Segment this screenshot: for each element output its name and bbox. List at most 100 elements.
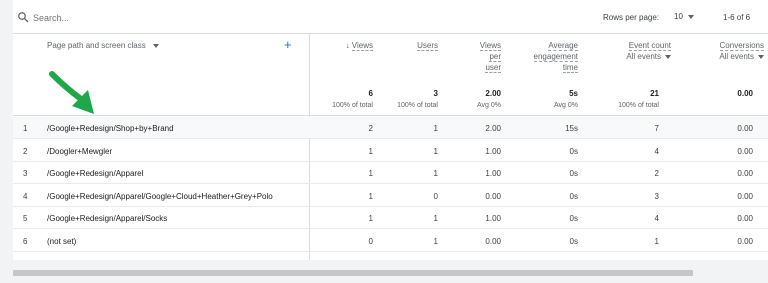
- total-views-sub: 100% of total: [332, 102, 373, 109]
- aet-cell: 0s: [569, 146, 578, 156]
- column-header-label-line: engagement: [533, 52, 578, 62]
- events-cell: 4: [654, 214, 659, 223]
- column-header-label-line: Views: [479, 41, 501, 51]
- users-cell: 0: [433, 191, 438, 201]
- table-row[interactable]: 6 (not set) 0 1 0.00 0s 1 0.00: [13, 230, 768, 252]
- aet-cell: 0s: [569, 236, 578, 246]
- conversions-cell: 0.00: [737, 214, 753, 223]
- conversions-cell: 0.00: [737, 169, 753, 178]
- caret-down-icon: [687, 14, 694, 19]
- vpu-cell: 1.00: [485, 146, 501, 156]
- column-header-label: Users: [417, 41, 438, 51]
- event-filter-value: All events: [626, 52, 661, 61]
- events-cell: 4: [654, 146, 659, 156]
- caret-down-icon: [152, 43, 159, 48]
- pagination-range: 1-6 of 6: [723, 13, 751, 22]
- arrow-down-icon: ↓: [345, 41, 350, 50]
- views-cell: 1: [368, 191, 373, 201]
- views-cell: 1: [368, 146, 373, 156]
- conversions-cell: 0.00: [737, 124, 753, 133]
- event-filter-select[interactable]: All events: [591, 51, 671, 62]
- row-index: 2: [23, 146, 28, 156]
- dimension-header-label: Page path and screen class: [47, 41, 146, 50]
- conversions-cell: 0.00: [737, 236, 753, 246]
- caret-down-icon: [758, 54, 764, 59]
- search-input[interactable]: [33, 10, 233, 26]
- page-path-cell[interactable]: /Google+Redesign/Apparel/Socks: [47, 214, 167, 223]
- column-header-conversions[interactable]: Conversions All events: [683, 40, 764, 62]
- aet-cell: 0s: [569, 191, 578, 201]
- table-header: Page path and screen class + ↓ Views Use…: [13, 34, 768, 84]
- users-cell: 1: [433, 146, 438, 156]
- horizontal-scrollbar[interactable]: [13, 270, 768, 276]
- report-table-panel: Rows per page: 10 1-6 of 6 Page path and…: [13, 0, 768, 260]
- table-row[interactable]: 5/Google+Redesign/Apparel/Socks 1 1 1.00 0s 4…: [13, 207, 768, 229]
- page-path-cell[interactable]: /Doogler+Mewgler: [47, 147, 112, 156]
- column-header-event-count[interactable]: Event count All events: [591, 40, 671, 62]
- table-row[interactable]: 4/Google+Redesign/Apparel/Google+Cloud+H…: [13, 185, 768, 207]
- conversions-cell: 0.00: [737, 146, 753, 156]
- page-path-cell[interactable]: /Google+Redesign/Apparel: [47, 169, 143, 178]
- views-cell: 2: [368, 124, 373, 133]
- table-row[interactable]: 2/Doogler+Mewgler 1 1 1.00 0s 4 0.00: [13, 140, 768, 162]
- rows-per-page-value: 10: [674, 12, 683, 21]
- vpu-cell: 0.00: [485, 236, 501, 246]
- column-header-users[interactable]: Users: [383, 40, 438, 51]
- row-index: 3: [23, 169, 28, 178]
- vpu-cell: 1.00: [485, 214, 501, 223]
- users-cell: 1: [433, 236, 438, 246]
- row-index: 6: [23, 236, 28, 246]
- vpu-cell: 1.00: [485, 169, 501, 178]
- dimension-header[interactable]: Page path and screen class: [47, 41, 159, 50]
- total-average-engagement-time: 5s: [569, 89, 578, 98]
- column-header-label-line: user: [485, 63, 501, 73]
- column-header-label: Event count: [628, 41, 671, 51]
- column-header-views-per-user[interactable]: Views per user: [449, 40, 501, 73]
- column-header-label-line: per: [489, 52, 501, 62]
- page-path-cell[interactable]: (not set): [47, 237, 76, 246]
- aet-cell: 15s: [565, 124, 578, 133]
- conversion-filter-value: All events: [719, 52, 754, 61]
- rows-per-page-select[interactable]: 10: [674, 12, 694, 21]
- green-arrow-icon: [49, 71, 94, 114]
- page-path-cell[interactable]: /Google+Redesign/Shop+by+Brand: [47, 124, 174, 133]
- views-cell: 1: [368, 214, 373, 223]
- page-path-cell[interactable]: /Google+Redesign/Apparel/Google+Cloud+He…: [47, 192, 273, 201]
- users-cell: 1: [433, 169, 438, 178]
- column-header-label-line: time: [562, 63, 578, 73]
- row-index: 5: [23, 214, 28, 223]
- total-event-count: 21: [650, 89, 659, 98]
- column-header-label: Conversions: [719, 41, 764, 51]
- add-dimension-button[interactable]: +: [284, 38, 292, 51]
- views-cell: 0: [368, 236, 373, 246]
- events-cell: 3: [654, 191, 659, 201]
- column-header-label: Views: [351, 41, 373, 51]
- total-average-engagement-time-sub: Avg 0%: [554, 102, 578, 109]
- column-header-average-engagement-time[interactable]: Average engagement time: [508, 40, 578, 73]
- total-views: 6: [368, 89, 373, 98]
- row-index: 4: [23, 191, 28, 201]
- aet-cell: 0s: [569, 214, 578, 223]
- rows-per-page-label: Rows per page:: [603, 13, 660, 22]
- table-row[interactable]: 3/Google+Redesign/Apparel 1 1 1.00 0s 2 0.00: [13, 162, 768, 184]
- total-event-count-sub: 100% of total: [618, 102, 659, 109]
- events-cell: 1: [654, 236, 659, 246]
- totals-row: 6 100% of total 3 100% of total 2.00 Avg…: [13, 86, 768, 116]
- views-cell: 1: [368, 169, 373, 178]
- total-users-sub: 100% of total: [397, 102, 438, 109]
- table-toolbar: Rows per page: 10 1-6 of 6: [13, 0, 768, 34]
- conversion-filter-select[interactable]: All events: [683, 51, 764, 62]
- users-cell: 1: [433, 214, 438, 223]
- aet-cell: 0s: [569, 169, 578, 178]
- column-header-views[interactable]: ↓ Views: [313, 40, 373, 51]
- column-header-label-line: Average: [548, 41, 578, 51]
- vpu-cell: 2.00: [485, 124, 501, 133]
- total-users: 3: [433, 89, 438, 98]
- events-cell: 7: [654, 124, 659, 133]
- search-icon: [18, 12, 29, 23]
- caret-down-icon: [665, 54, 671, 59]
- total-views-per-user-sub: Avg 0%: [477, 102, 501, 109]
- vpu-cell: 0.00: [485, 191, 501, 201]
- scrollbar-thumb[interactable]: [13, 270, 693, 276]
- table-row[interactable]: 1/Google+Redesign/Shop+by+Brand 2 1 2.00 15s…: [13, 117, 768, 139]
